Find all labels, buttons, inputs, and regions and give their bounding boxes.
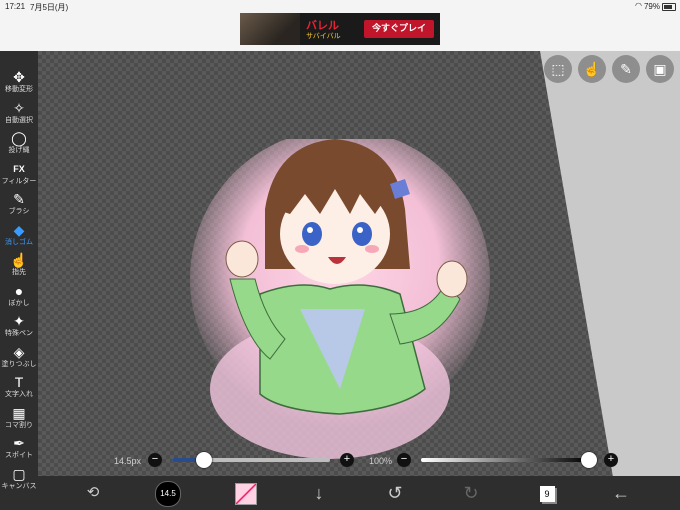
brush-icon: ✎ — [13, 191, 25, 207]
ad-subtitle: サバイバル — [306, 33, 341, 40]
tool-label: 指先 — [12, 269, 26, 276]
layers-count: 9 — [539, 486, 555, 503]
hand-tool-icon[interactable]: ☝ — [578, 55, 606, 83]
eyedropper-icon: ✒ — [13, 435, 25, 451]
size-plus-button[interactable]: + — [340, 453, 354, 467]
opacity-track[interactable] — [421, 458, 589, 462]
text-icon: T — [14, 374, 24, 390]
size-knob[interactable] — [195, 452, 212, 468]
tool-label: ぼかし — [8, 299, 30, 307]
ad-banner[interactable]: バレル サバイバル 今すぐプレイ — [240, 13, 440, 45]
tool-eraser[interactable]: ◆ 消しゴム — [0, 222, 38, 247]
tool-lasso[interactable]: ◯ 投げ縄 — [0, 130, 38, 155]
bottom-toolbar: ⟲ 14.5 ↓ ↺ ↻ 9 ← — [38, 476, 680, 510]
tool-label: フィルター — [1, 177, 37, 185]
tool-frame-divider[interactable]: ▦ コマ割り — [0, 405, 38, 430]
filter-icon: FX — [13, 163, 25, 174]
tool-label: 消しゴム — [5, 238, 33, 246]
opacity-minus-button[interactable]: − — [397, 453, 411, 467]
tool-label: 特殊ペン — [5, 330, 33, 337]
tool-canvas[interactable]: ▢ キャンバス — [0, 466, 38, 491]
opacity-slider: 100% − + — [365, 451, 625, 471]
workspace: ⬚ ☝ ✎ ▣ 14.5px − + 100% − + — [0, 51, 680, 476]
tool-blur[interactable]: ● ぼかし — [0, 283, 38, 308]
layers-button[interactable]: 9 — [532, 476, 562, 510]
status-date: 7月5日(月) — [30, 3, 69, 12]
color-swatch — [235, 483, 257, 506]
back-arrow-icon[interactable]: ← — [606, 476, 636, 510]
opacity-value: 100% — [369, 456, 393, 466]
selection-icon[interactable]: ⬚ — [544, 55, 572, 83]
canvas-icon: ▢ — [12, 465, 26, 482]
tool-text[interactable]: T 文字入れ — [0, 374, 38, 399]
tool-special-pen[interactable]: ✦ 特殊ペン — [0, 313, 38, 338]
status-time: 17:21 — [5, 2, 26, 11]
tool-label: 移動変形 — [5, 86, 33, 93]
redo-icon[interactable]: ↻ — [456, 476, 486, 510]
battery-percent: 79% — [643, 2, 660, 11]
size-slider: 14.5px − + — [100, 451, 360, 471]
tool-filter[interactable]: FX フィルター — [0, 161, 38, 186]
tool-label: ブラシ — [8, 208, 30, 215]
ruler-icon[interactable]: ✎ — [612, 55, 640, 83]
tool-label: スポイト — [5, 452, 33, 459]
tool-label: 文字入れ — [5, 391, 33, 398]
brush-size-button[interactable]: 14.5 — [153, 476, 183, 510]
opacity-plus-button[interactable]: + — [604, 453, 618, 467]
size-value: 14.5px — [114, 456, 142, 466]
tool-label: 自動選択 — [5, 116, 33, 124]
tool-fill[interactable]: ◈ 塗りつぶし — [0, 344, 38, 369]
ad-image — [240, 13, 300, 45]
status-bar: 17:21 7月5日(月) ◠ 79% — [0, 0, 680, 13]
special-pen-icon: ✦ — [13, 313, 25, 329]
move-icon: ✥ — [13, 69, 25, 85]
auto-select-icon: ✧ — [13, 99, 25, 116]
color-swatch-button[interactable] — [231, 476, 261, 510]
download-icon[interactable]: ↓ — [304, 476, 334, 510]
wifi-icon: ◠ — [635, 1, 642, 10]
size-minus-button[interactable]: − — [148, 453, 162, 467]
finger-icon: ☝ — [10, 252, 28, 268]
battery-level — [664, 5, 672, 9]
artwork-image — [190, 139, 490, 459]
tool-label: 塗りつぶし — [1, 360, 37, 368]
tool-label: コマ割り — [5, 421, 33, 429]
tool-move[interactable]: ✥ 移動変形 — [0, 69, 38, 94]
tool-label: 投げ縄 — [8, 147, 30, 154]
undo-icon[interactable]: ↺ — [380, 476, 410, 510]
rotate-canvas-icon[interactable]: ⟲ — [78, 476, 108, 510]
ad-bar: バレル サバイバル 今すぐプレイ — [0, 13, 680, 51]
tool-label: キャンバス — [1, 482, 37, 490]
battery-icon — [662, 3, 676, 11]
tool-finger[interactable]: ☝ 指先 — [0, 252, 38, 277]
tool-auto-select[interactable]: ✧ 自動選択 — [0, 100, 38, 125]
image-icon[interactable]: ▣ — [646, 55, 674, 83]
tool-eyedropper[interactable]: ✒ スポイト — [0, 435, 38, 460]
opacity-knob[interactable] — [581, 452, 597, 468]
eraser-icon: ◆ — [13, 221, 25, 238]
tool-sidebar: ✥ 移動変形 ✧ 自動選択 ◯ 投げ縄 FX フィルター ✎ ブラシ ◆ 消しゴム ☝ 指先 ● ぼかし ✦ 特殊… — [0, 51, 38, 510]
fill-icon: ◈ — [13, 343, 25, 360]
frame-divider-icon: ▦ — [12, 404, 26, 421]
tool-brush[interactable]: ✎ ブラシ — [0, 191, 38, 216]
blur-icon: ● — [14, 282, 24, 299]
lasso-icon: ◯ — [11, 130, 27, 146]
brush-size-indicator: 14.5 — [155, 481, 181, 508]
ad-play-button[interactable]: 今すぐプレイ — [364, 20, 434, 38]
